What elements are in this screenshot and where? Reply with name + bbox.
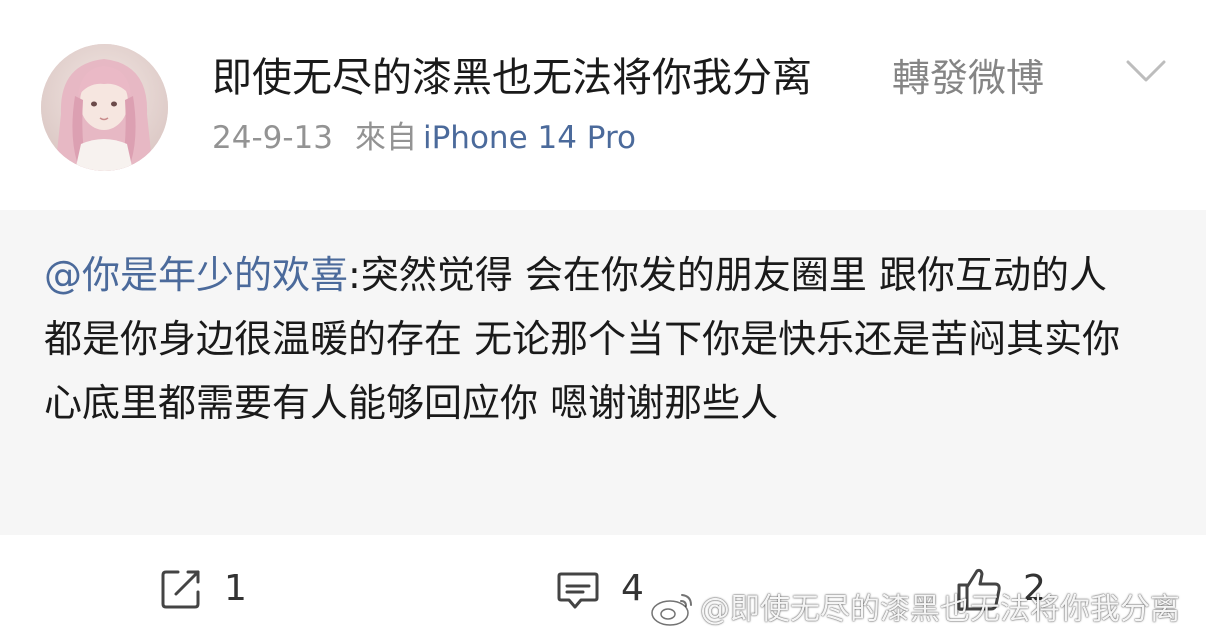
repost-count: 1 [224,568,247,609]
author-name[interactable]: 即使无尽的漆黑也无法将你我分离 [212,52,812,104]
avatar[interactable] [41,44,168,171]
comment-count: 4 [621,568,644,609]
repost-content: @你是年少的欢喜:突然觉得 会在你发的朋友圈里 跟你互动的人都是你身边很温暖的存… [44,243,1144,435]
avatar-image [41,44,168,171]
repost-button[interactable]: 1 [158,565,247,613]
repost-panel[interactable]: @你是年少的欢喜:突然觉得 会在你发的朋友圈里 跟你互动的人都是你身边很温暖的存… [0,210,1206,535]
watermark-text: @即使无尽的漆黑也无法将你我分离 [700,592,1180,627]
comment-button[interactable]: 4 [555,565,644,613]
weibo-post: 即使无尽的漆黑也无法将你我分离 轉發微博 24-9-13 來自 iPhone 14 … [0,0,1206,641]
source-device[interactable]: iPhone 14 Pro [423,120,636,156]
mention-link[interactable]: @你是年少的欢喜 [44,253,348,297]
post-date: 24-9-13 [212,120,333,156]
weibo-logo-icon [650,591,694,627]
repost-label: 轉發微博 [892,56,1045,100]
source-prefix: 來自 [355,120,417,156]
post-meta: 24-9-13 來自 iPhone 14 Pro [212,116,636,160]
share-edit-icon [161,570,200,609]
chevron-down-icon[interactable] [1124,56,1168,86]
comment-icon [557,572,599,609]
